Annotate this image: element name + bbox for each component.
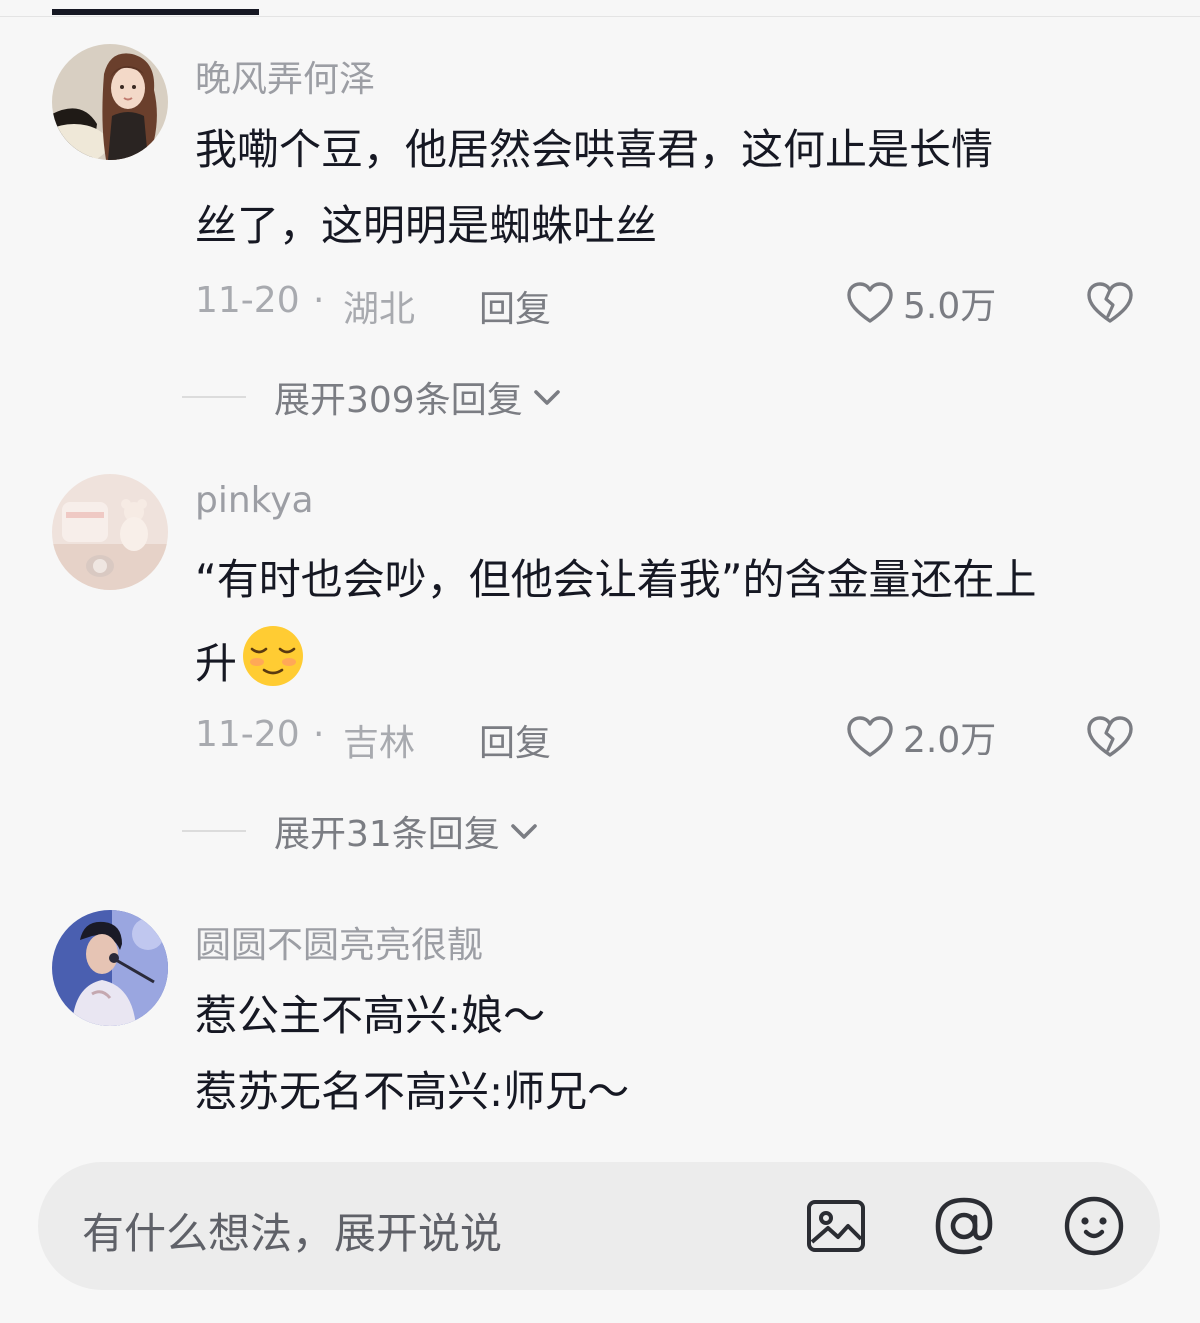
relieved-face-emoji-icon <box>243 626 304 686</box>
smile-icon[interactable] <box>1062 1194 1126 1258</box>
comment-text-line: 惹公主不高兴:娘～ <box>195 991 546 1040</box>
reply-button[interactable]: 回复 <box>479 280 551 332</box>
meta-separator: · <box>313 714 325 755</box>
comment-location: 吉林 <box>343 723 416 764</box>
comment-username[interactable]: pinkya <box>195 480 314 521</box>
broken-heart-icon[interactable] <box>1083 710 1137 764</box>
image-icon[interactable] <box>804 1194 868 1258</box>
comment-text-line: 惹苏无名不高兴:师兄～ <box>195 1067 630 1116</box>
expand-replies-button[interactable]: 展开309条回复 <box>182 372 567 422</box>
tab-active-indicator <box>52 9 259 15</box>
comment-text-line: 我嘞个豆，他居然会哄喜君，这何止是长情 <box>195 125 994 174</box>
avatar[interactable] <box>52 910 168 1026</box>
comment-text: 我嘞个豆，他居然会哄喜君，这何止是长情 丝了，这明明是蜘蛛吐丝 <box>195 112 1155 264</box>
comment-text: “有时也会吵，但他会让着我”的含金量还在上 升 <box>195 542 1155 694</box>
comment-text: 惹公主不高兴:娘～ 惹苏无名不高兴:师兄～ <box>195 978 1155 1130</box>
comment-panel: 晚风弄何泽 我嘞个豆，他居然会哄喜君，这何止是长情 丝了，这明明是蜘蛛吐丝 11… <box>0 0 1200 1323</box>
at-icon[interactable] <box>932 1194 996 1258</box>
comment-location: 湖北 <box>343 289 416 330</box>
comment-input-bar[interactable]: 有什么想法，展开说说 <box>38 1162 1160 1290</box>
chevron-down-icon <box>533 390 560 405</box>
expand-replies-label: 展开309条回复 <box>274 380 523 421</box>
comment-item: 晚风弄何泽 我嘞个豆，他居然会哄喜君，这何止是长情 丝了，这明明是蜘蛛吐丝 11… <box>0 44 1200 424</box>
expand-replies-label: 展开31条回复 <box>274 814 500 855</box>
broken-heart-icon[interactable] <box>1083 276 1137 330</box>
like-count: 5.0万 <box>903 286 997 327</box>
avatar[interactable] <box>52 44 168 160</box>
comment-username[interactable]: 晚风弄何泽 <box>195 50 375 102</box>
comment-text-line: 升 <box>195 618 1155 694</box>
comment-item: 圆圆不圆亮亮很靓 惹公主不高兴:娘～ 惹苏无名不高兴:师兄～ <box>0 910 1200 1130</box>
comment-date: 11-20 <box>195 714 300 755</box>
comment-date: 11-20 <box>195 280 300 321</box>
meta-separator: · <box>313 280 325 321</box>
avatar[interactable] <box>52 474 168 590</box>
heart-icon <box>847 716 893 757</box>
comment-text-line: 丝了，这明明是蜘蛛吐丝 <box>195 201 658 250</box>
chevron-down-icon <box>511 824 537 839</box>
like-count: 2.0万 <box>903 720 997 761</box>
expand-divider <box>182 396 246 398</box>
reply-button[interactable]: 回复 <box>479 714 551 766</box>
like-button[interactable]: 5.0万 <box>843 276 996 330</box>
comment-username[interactable]: 圆圆不圆亮亮很靓 <box>195 916 483 968</box>
top-divider <box>0 16 1200 17</box>
heart-icon <box>847 282 893 323</box>
comment-meta: 11-20 · 吉林 回复 2.0万 <box>195 714 1155 764</box>
expand-replies-button[interactable]: 展开31条回复 <box>182 806 544 856</box>
comment-item: pinkya “有时也会吵，但他会让着我”的含金量还在上 升 11-20 · 吉… <box>0 474 1200 860</box>
comment-text-segment: 升 <box>195 639 238 688</box>
expand-divider <box>182 830 246 832</box>
comment-meta: 11-20 · 湖北 回复 5.0万 <box>195 280 1155 330</box>
comment-input-placeholder[interactable]: 有什么想法，展开说说 <box>82 1200 502 1261</box>
like-button[interactable]: 2.0万 <box>843 710 996 764</box>
comment-text-line: “有时也会吵，但他会让着我”的含金量还在上 <box>195 555 1037 604</box>
